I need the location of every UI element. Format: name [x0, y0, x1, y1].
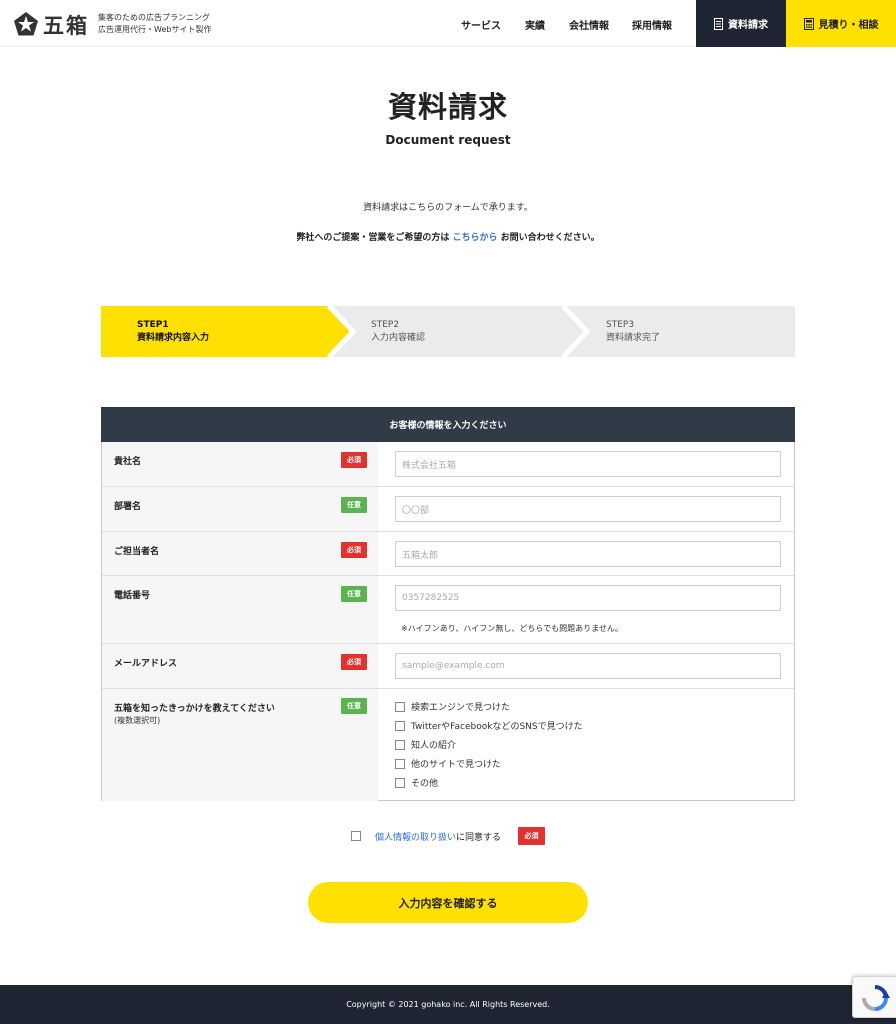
step1: STEP1 資料請求内容入力 [137, 319, 209, 345]
field-row-email: メールアドレス 必須 sample@example.com [102, 644, 794, 689]
nav-company[interactable]: 会社情報 [569, 17, 609, 32]
copyright: Copyright © 2021 gohako inc. All Rights … [346, 1000, 550, 1009]
department-input[interactable]: 〇〇部 [395, 496, 781, 522]
page-title: 資料請求 [387, 90, 508, 124]
required-badge: 必須 [341, 542, 367, 558]
required-badge: 必須 [341, 452, 367, 468]
tagline-line2: 広告運用代行・Webサイト製作 [98, 25, 212, 34]
checkbox[interactable] [395, 739, 405, 750]
field-row-source: 五箱を知ったきっかけを教えてください (複数選択可) 任意 検索エンジンで見つけ… [102, 689, 794, 801]
document-icon [714, 17, 723, 30]
nav-recruit[interactable]: 採用情報 [632, 17, 672, 32]
optional-badge: 任意 [341, 497, 367, 513]
form-heading: お客様の情報を入力ください [101, 407, 795, 442]
label-col [102, 442, 378, 486]
checkbox[interactable] [395, 720, 405, 731]
step3-label: 資料請求完了 [606, 333, 661, 343]
intro-contact-text: 弊社へのご提案・営業をご希望の方は こちらから お問い合わせください。 [0, 230, 896, 243]
label-col [102, 487, 378, 531]
step2: STEP2 入力内容確認 [371, 319, 425, 345]
step1-label: 資料請求内容入力 [137, 333, 210, 343]
company-input[interactable]: 株式会社五箱 [395, 451, 781, 477]
checkbox[interactable] [395, 777, 405, 788]
privacy-consent-text: 個人情報の取り扱いに同意する [375, 830, 501, 843]
page-subtitle: Document request [385, 133, 511, 147]
document-request-label: 資料請求 [728, 20, 768, 31]
step-progress: STEP1 資料請求内容入力 STEP2 入力内容確認 STEP3 資料請求完了 [101, 306, 795, 357]
estimate-button[interactable]: 見積り・相談 [786, 0, 896, 47]
intro-text: 資料請求はこちらのフォームで承ります。 [363, 203, 533, 213]
logo-text[interactable]: 五箱 [43, 10, 89, 40]
required-badge: 必須 [341, 654, 367, 670]
intro-contact-after: お問い合わせください。 [500, 233, 600, 243]
email-label: メールアドレス [114, 659, 178, 669]
field-row-phone: 電話番号 任意 0357282525 ※ハイフンあり、ハイフン無し、どちらでも問… [102, 576, 794, 644]
privacy-consent: 個人情報の取り扱いに同意する 必須 [0, 826, 896, 846]
privacy-policy-link[interactable]: 個人情報の取り扱い [375, 833, 456, 843]
source-option-label: TwitterやFacebookなどのSNSで見つけた [411, 722, 583, 732]
source-label: 五箱を知ったきっかけを教えてください [114, 704, 275, 714]
step2-number: STEP2 [371, 320, 400, 330]
source-option-label: 他のサイトで見つけた [411, 760, 502, 770]
source-option-sns[interactable]: TwitterやFacebookなどのSNSで見つけた [395, 719, 583, 732]
contact-link[interactable]: こちらから [452, 233, 497, 243]
estimate-label: 見積り・相談 [818, 20, 879, 31]
phone-label: 電話番号 [114, 591, 151, 601]
step3-bg [567, 306, 795, 357]
intro-contact-before: 弊社へのご提案・営業をご希望の方は [296, 233, 450, 243]
consent-suffix: に同意する [456, 833, 502, 843]
calculator-icon [803, 17, 814, 30]
name-label: ご担当者名 [114, 547, 160, 557]
privacy-consent-checkbox[interactable] [351, 831, 361, 841]
source-sublabel: (複数選択可) [114, 716, 161, 725]
source-option-other-site[interactable]: 他のサイトで見つけた [395, 757, 501, 770]
document-request-button[interactable]: 資料請求 [696, 0, 786, 47]
tagline: 集客のための広告プランニング 広告運用代行・Webサイト製作 [98, 12, 211, 36]
field-row-department: 部署名 任意 〇〇部 [102, 487, 794, 532]
source-option-label: その他 [411, 779, 439, 789]
site-header: 五箱 集客のための広告プランニング 広告運用代行・Webサイト製作 サービス 実… [0, 0, 896, 47]
step1-number: STEP1 [137, 320, 169, 330]
field-row-company: 貴社名 必須 株式会社五箱 [102, 442, 794, 487]
source-option-search[interactable]: 検索エンジンで見つけた [395, 700, 510, 713]
required-badge: 必須 [518, 827, 545, 845]
optional-badge: 任意 [341, 586, 367, 602]
label-col [102, 576, 378, 643]
department-label: 部署名 [114, 502, 142, 512]
optional-badge: 任意 [341, 698, 367, 714]
name-input[interactable]: 五箱太郎 [395, 541, 781, 567]
nav-services[interactable]: サービス [461, 17, 501, 32]
tagline-line1: 集客のための広告プランニング [98, 13, 210, 22]
source-option-referral[interactable]: 知人の紹介 [395, 738, 456, 751]
step2-label: 入力内容確認 [371, 333, 426, 343]
source-option-other[interactable]: その他 [395, 776, 438, 789]
pentagon-star-logo-icon[interactable] [13, 11, 39, 37]
email-input[interactable]: sample@example.com [395, 653, 781, 679]
step3-number: STEP3 [606, 320, 635, 330]
field-row-name: ご担当者名 必須 五箱太郎 [102, 532, 794, 576]
source-option-label: 知人の紹介 [411, 741, 457, 751]
recaptcha-badge[interactable] [852, 976, 896, 1018]
checkbox[interactable] [395, 701, 405, 712]
phone-note: ※ハイフンあり、ハイフン無し、どちらでも問題ありません。 [401, 624, 623, 633]
request-form: お客様の情報を入力ください 貴社名 必須 株式会社五箱 部署名 任意 〇〇部 ご… [101, 407, 795, 801]
checkbox[interactable] [395, 758, 405, 769]
step3: STEP3 資料請求完了 [606, 319, 660, 345]
site-footer: Copyright © 2021 gohako inc. All Rights … [0, 985, 896, 1024]
source-option-label: 検索エンジンで見つけた [411, 703, 511, 713]
company-label: 貴社名 [114, 457, 142, 467]
confirm-submit-button[interactable]: 入力内容を確認する [308, 882, 588, 923]
recaptcha-icon [862, 985, 890, 1011]
phone-input[interactable]: 0357282525 [395, 585, 781, 611]
nav-works[interactable]: 実績 [525, 17, 545, 32]
